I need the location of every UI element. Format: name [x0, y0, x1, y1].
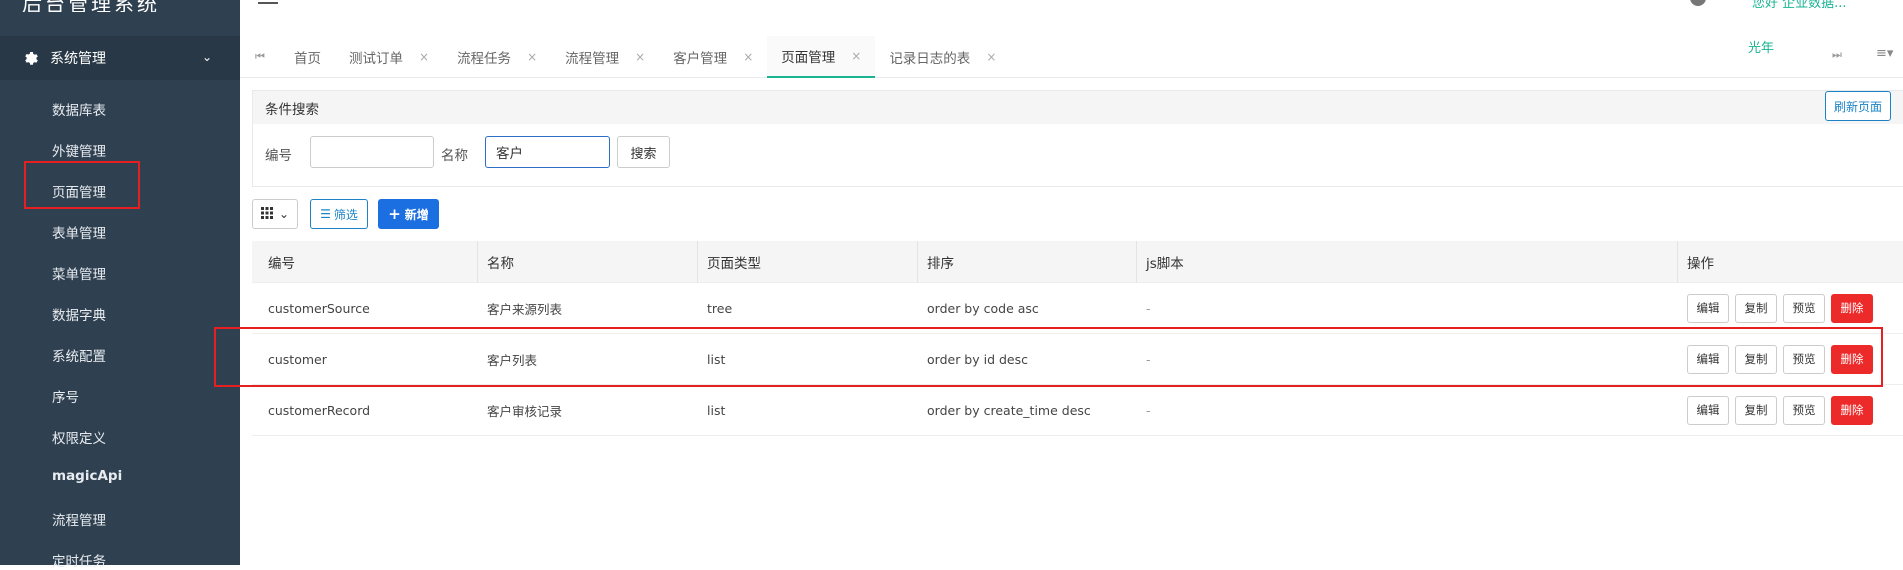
app-title: 后台管理系统 [22, 0, 160, 12]
user-name[interactable]: 光年 [1748, 37, 1774, 56]
name-input[interactable]: 客户 [485, 136, 610, 168]
sidebar-item-forms[interactable]: 表单管理 [52, 222, 106, 242]
preview-button[interactable]: 预览 [1783, 395, 1825, 425]
sidebar-item-menus[interactable]: 菜单管理 [52, 263, 106, 283]
cell-js: - [1146, 300, 1151, 316]
tab-customer-mgmt[interactable]: 客户管理 × [659, 36, 767, 78]
grid-icon [260, 206, 273, 222]
column-divider [1136, 241, 1137, 283]
delete-button[interactable]: 删除 [1831, 293, 1873, 323]
column-divider [917, 241, 918, 283]
column-header: 操作 [1687, 255, 1714, 272]
tab-page-mgmt[interactable]: 页面管理 × [767, 36, 876, 78]
tab-log-table[interactable]: 记录日志的表 × [875, 36, 1010, 78]
edit-button[interactable]: 编辑 [1687, 293, 1729, 323]
cell-type: tree [707, 300, 733, 316]
sidebar-item-workflow[interactable]: 流程管理 [52, 509, 106, 529]
tab-options-icon[interactable]: ≡▾ [1876, 46, 1893, 61]
sidebar-item-config[interactable]: 系统配置 [52, 345, 106, 365]
copy-button[interactable]: 复制 [1735, 395, 1777, 425]
cell-order: order by code asc [927, 300, 1039, 316]
tab-bar: ⏮ 首页 测试订单 × 流程任务 × 流程管理 × 客户管理 × 页面管理 × 记录日志的… [240, 36, 1010, 78]
tab-label: 记录日志的表 [889, 51, 971, 67]
code-input[interactable] [310, 136, 434, 168]
tab-prev-icon[interactable]: ⏮ [240, 50, 280, 64]
cell-name: 客户来源列表 [487, 301, 563, 317]
cell-code: customerSource [268, 300, 370, 316]
tab-workflow-task[interactable]: 流程任务 × [443, 36, 551, 78]
tab-label: 测试订单 [349, 51, 403, 67]
sidebar-group-system[interactable]: 系统管理 ⌄ [0, 36, 240, 80]
search-panel-title: 条件搜索 [253, 91, 1903, 124]
tab-home[interactable]: 首页 [280, 36, 335, 78]
column-header[interactable]: 页面类型 [707, 252, 761, 272]
sidebar-item-foreign-keys[interactable]: 外键管理 [52, 140, 106, 160]
tab-label: 流程管理 [565, 51, 620, 67]
columns-toggle-button[interactable]: ⌄ [252, 199, 298, 229]
chevron-down-icon: ⌄ [201, 50, 212, 64]
column-header[interactable]: js脚本 [1146, 252, 1184, 272]
preview-button[interactable]: 预览 [1783, 293, 1825, 323]
code-label: 编号 [265, 148, 292, 164]
delete-button[interactable]: 删除 [1831, 395, 1873, 425]
column-header[interactable]: 编号 [268, 252, 295, 272]
tab-label: 页面管理 [781, 50, 836, 66]
column-header[interactable]: 名称 [487, 252, 514, 272]
row-actions: 编辑 复制 预览 删除 [1687, 293, 1873, 323]
sidebar-item-permissions[interactable]: 权限定义 [52, 427, 106, 447]
tab-label: 客户管理 [673, 51, 728, 67]
close-icon[interactable]: × [635, 50, 645, 64]
filter-icon: ☰ [320, 207, 331, 221]
sidebar: 后台管理系统 系统管理 ⌄ 数据库表 外键管理 页面管理 表单管理 菜单管理 数… [0, 0, 240, 570]
name-label: 名称 [441, 148, 468, 164]
menu-toggle-icon[interactable] [258, 0, 278, 4]
cell-code: customerRecord [268, 402, 371, 418]
cell-js: - [1146, 402, 1151, 418]
add-button[interactable]: + 新增 [378, 199, 439, 229]
close-icon[interactable]: × [527, 50, 537, 64]
tab-label: 首页 [294, 51, 321, 67]
close-icon[interactable]: × [419, 50, 429, 64]
close-icon[interactable]: × [986, 50, 996, 64]
row-actions: 编辑 复制 预览 删除 [1687, 395, 1873, 425]
search-button[interactable]: 搜索 [617, 136, 670, 168]
table-header: 编号 名称 页面类型 排序 js脚本 操作 [252, 241, 1903, 283]
filter-label: 筛选 [333, 207, 358, 222]
sidebar-item-db-tables[interactable]: 数据库表 [52, 99, 106, 119]
cell-name: 客户审核记录 [487, 403, 563, 419]
tab-workflow-mgmt[interactable]: 流程管理 × [551, 36, 659, 78]
plus-icon: + [388, 205, 401, 223]
chevron-down-icon: ⌄ [278, 207, 290, 221]
sidebar-group-label: 系统管理 [50, 51, 106, 67]
sidebar-item-scheduled-tasks[interactable]: 定时任务 [52, 550, 106, 570]
highlight-box-row [214, 327, 1883, 387]
column-divider [1677, 241, 1678, 283]
add-label: 新增 [404, 207, 429, 222]
column-divider [697, 241, 698, 283]
column-divider [477, 241, 478, 283]
cell-order: order by create_time desc [927, 402, 1091, 418]
top-right-text: 您好 企业数据... [1752, 0, 1847, 11]
column-header[interactable]: 排序 [927, 252, 954, 272]
copy-button[interactable]: 复制 [1735, 293, 1777, 323]
sidebar-item-magicapi[interactable]: magicApi [52, 468, 122, 484]
highlight-box-sidebar [24, 161, 140, 209]
tab-label: 流程任务 [457, 51, 512, 67]
cell-type: list [707, 402, 726, 418]
tab-next-icon[interactable]: ⏭ [1832, 48, 1842, 62]
filter-button[interactable]: ☰ 筛选 [310, 199, 368, 229]
sidebar-item-sequence[interactable]: 序号 [52, 386, 79, 406]
edit-button[interactable]: 编辑 [1687, 395, 1729, 425]
close-icon[interactable]: × [743, 50, 753, 64]
sidebar-item-dictionary[interactable]: 数据字典 [52, 304, 106, 324]
close-icon[interactable]: × [851, 49, 861, 63]
gear-icon [22, 50, 38, 66]
tab-test-order[interactable]: 测试订单 × [335, 36, 443, 78]
table-row: customerRecord 客户审核记录 list order by crea… [252, 385, 1903, 436]
refresh-button[interactable]: 刷新页面 [1825, 91, 1891, 121]
